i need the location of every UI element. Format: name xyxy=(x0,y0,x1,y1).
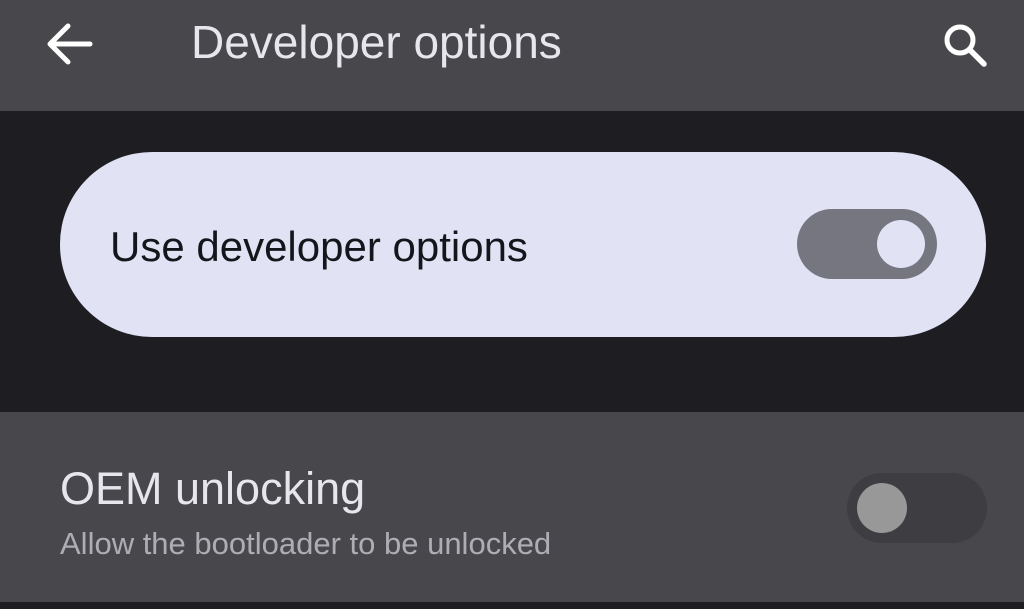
oem-unlocking-toggle[interactable] xyxy=(847,473,987,543)
back-button[interactable] xyxy=(40,18,100,70)
oem-unlocking-title: OEM unlocking xyxy=(60,463,366,514)
divider xyxy=(0,602,1024,609)
developer-options-screen: Developer options Use developer options … xyxy=(0,0,1024,609)
toggle-thumb xyxy=(857,483,907,533)
search-icon xyxy=(944,24,987,67)
settings-list: OEM unlocking Allow the bootloader to be… xyxy=(0,412,1024,609)
use-developer-options-toggle[interactable] xyxy=(797,209,937,279)
use-developer-options-card[interactable]: Use developer options xyxy=(60,152,986,337)
app-bar: Developer options xyxy=(0,0,1024,111)
main-switch-area: Use developer options xyxy=(0,111,1024,412)
search-button[interactable] xyxy=(936,16,996,72)
toggle-thumb xyxy=(877,220,925,268)
arrow-back-icon xyxy=(47,23,93,65)
oem-unlocking-summary: Allow the bootloader to be unlocked xyxy=(60,526,552,561)
page-title: Developer options xyxy=(191,16,562,68)
oem-unlocking-row[interactable]: OEM unlocking Allow the bootloader to be… xyxy=(0,412,1024,602)
use-developer-options-label: Use developer options xyxy=(110,223,528,270)
